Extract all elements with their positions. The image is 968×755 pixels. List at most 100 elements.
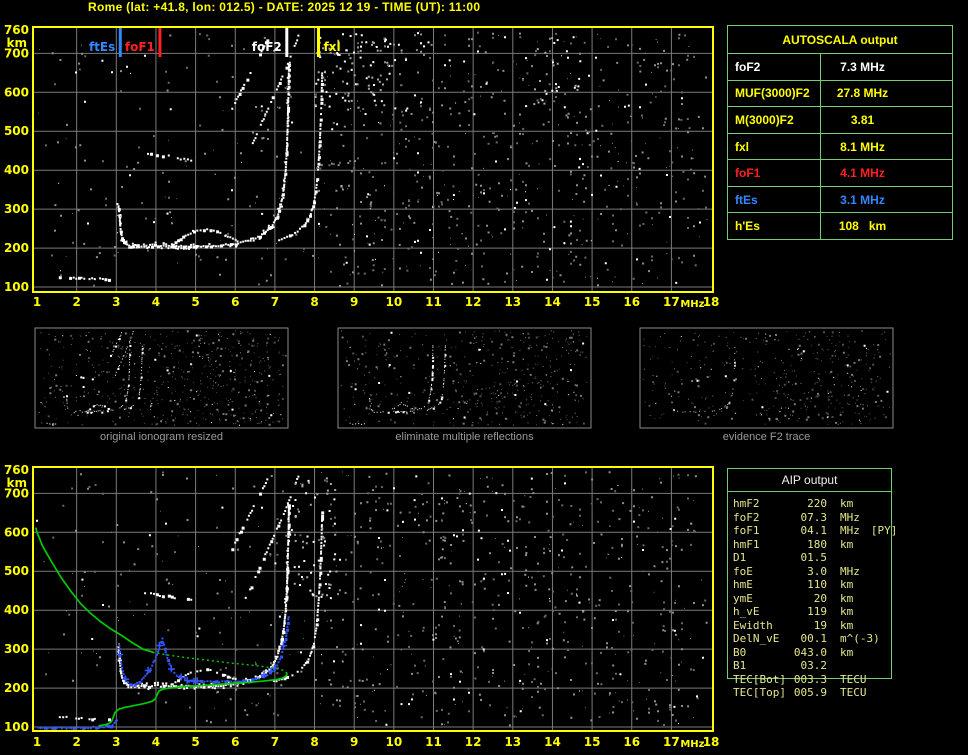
aip-name: hmE — [733, 578, 791, 591]
aip-val: 005.9 — [791, 686, 827, 699]
x-tick: 17 — [663, 735, 680, 749]
x-tick: 15 — [584, 295, 601, 309]
autoscala-row-fof1: foF14.1 MHz — [728, 160, 952, 187]
autoscala-row-value: 3.1 MHz — [821, 187, 952, 213]
autoscala-row-label: foF1 — [728, 160, 821, 186]
x-tick: 18 — [703, 295, 720, 309]
y-tick: 500 — [4, 124, 29, 138]
autoscala-table-rows: foF27.3 MHzMUF(3000)F227.8 MHzM(3000)F23… — [728, 54, 952, 239]
aip-val: 3.0 — [791, 565, 827, 578]
aip-name: foF1 — [733, 524, 791, 537]
aip-unit: km — [840, 497, 853, 510]
aip-row-foe: foE3.0 MHz — [733, 565, 908, 579]
autoscala-row-label: M(3000)F2 — [728, 107, 821, 133]
y-tick: 760 — [4, 23, 29, 37]
aip-unit: MHz — [840, 524, 860, 537]
aip-row-fof1: foF104.1 MHz [PY] — [733, 524, 908, 538]
aip-unit: MHz — [840, 511, 860, 524]
marker-line-ftes — [119, 28, 122, 57]
aip-val: 220 — [791, 497, 827, 510]
aip-unit: km — [840, 646, 853, 659]
aip-name: B1 — [733, 659, 791, 672]
chart-border — [33, 27, 713, 292]
aip-row-hmf2: hmF2220km — [733, 497, 908, 511]
aip-val: 00.1 — [791, 632, 827, 645]
aip-row-tecbot: TEC[Bot]003.3TECU — [733, 673, 908, 687]
y-axis-unit: km — [7, 36, 27, 50]
x-tick: 12 — [465, 735, 482, 749]
aip-name: hmF1 — [733, 538, 791, 551]
aip-name: foE — [733, 565, 791, 578]
autoscala-row-label: ftEs — [728, 187, 821, 213]
aip-val: 19 — [791, 619, 827, 632]
y-tick: 400 — [4, 163, 29, 177]
autoscala-app-window: Rome (lat: +41.8, lon: 012.5) - DATE: 20… — [0, 0, 968, 755]
y-tick: 500 — [4, 564, 29, 578]
aip-row-ewidth: Ewidth19km — [733, 619, 908, 633]
x-axis-unit: MHz — [680, 739, 704, 750]
aip-val: 119 — [791, 605, 827, 618]
aip-extra: [PY] — [871, 524, 898, 537]
x-tick: 13 — [504, 295, 521, 309]
autoscala-row-label: h'Es — [728, 213, 821, 239]
aip-unit: m^(-3) — [840, 632, 880, 645]
x-tick: 6 — [231, 295, 239, 309]
aip-unit: km — [840, 538, 853, 551]
autoscala-row-fxl: fxl8.1 MHz — [728, 134, 952, 161]
aip-name: Ewidth — [733, 619, 791, 632]
aip-name: B0 — [733, 646, 791, 659]
ionogram-top-chart: ftEsfoF1foF2fxl1234567891011121314151617… — [4, 23, 719, 310]
autoscala-row-value: 7.3 MHz — [821, 54, 952, 80]
mini-clean-panel — [338, 328, 591, 428]
autoscala-row-label: fxl — [728, 134, 821, 160]
panel-caption-f2: evidence F2 trace — [640, 431, 893, 443]
aip-row-d1: D101.5 — [733, 551, 908, 565]
x-tick: 8 — [310, 735, 318, 749]
aip-unit: MHz — [840, 565, 860, 578]
marker-label-ftes: ftEs — [89, 40, 115, 54]
aip-val: 20 — [791, 592, 827, 605]
mini-f2-panel — [640, 328, 893, 428]
y-tick: 200 — [4, 241, 29, 255]
autoscala-table-title: AUTOSCALA output — [728, 26, 952, 54]
panel-border — [338, 328, 591, 428]
aip-val: 110 — [791, 578, 827, 591]
aip-name: ymE — [733, 592, 791, 605]
x-tick: 16 — [623, 735, 640, 749]
aip-row-hmf1: hmF1180km — [733, 538, 908, 552]
aip-name: foF2 — [733, 511, 791, 524]
autoscala-row-fof2: foF27.3 MHz — [728, 54, 952, 81]
marker-line-fof2 — [285, 28, 288, 57]
autoscala-row-value: 3.81 — [821, 107, 952, 133]
x-tick: 16 — [623, 295, 640, 309]
x-tick: 15 — [584, 735, 601, 749]
x-tick: 1 — [33, 295, 41, 309]
y-tick: 100 — [4, 720, 29, 734]
aip-unit: TECU — [840, 673, 867, 686]
autoscala-row-ftes: ftEs3.1 MHz — [728, 187, 952, 214]
x-tick: 13 — [504, 735, 521, 749]
aip-val: 03.2 — [791, 659, 827, 672]
aip-unit: km — [840, 578, 853, 591]
x-tick: 3 — [112, 295, 120, 309]
aip-row-fof2: foF207.3MHz — [733, 511, 908, 525]
aip-unit: km — [840, 592, 853, 605]
x-tick: 1 — [33, 735, 41, 749]
aip-val: 04.1 — [791, 524, 827, 537]
x-tick: 11 — [425, 735, 442, 749]
y-tick: 300 — [4, 202, 29, 216]
aip-row-b1: B103.2 — [733, 659, 908, 673]
aip-row-hme: hmE110 km — [733, 578, 908, 592]
y-tick: 760 — [4, 463, 29, 477]
x-tick: 9 — [350, 735, 358, 749]
x-tick: 5 — [191, 295, 199, 309]
autoscala-row-muf3000f2: MUF(3000)F227.8 MHz — [728, 81, 952, 108]
x-tick: 2 — [72, 735, 80, 749]
marker-label-fof1: foF1 — [125, 40, 155, 54]
aip-val: 003.3 — [791, 673, 827, 686]
aip-row-yme: ymE20 km — [733, 592, 908, 606]
marker-label-fof2: foF2 — [252, 40, 282, 54]
x-tick: 14 — [544, 295, 561, 309]
aip-name: TEC[Top] — [733, 686, 791, 699]
marker-line-fof1 — [158, 28, 161, 57]
